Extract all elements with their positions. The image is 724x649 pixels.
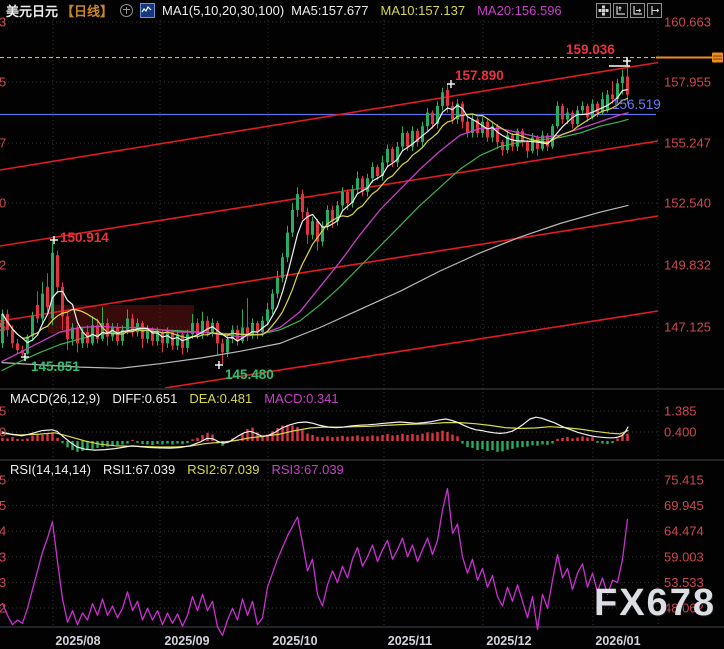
- ma-legend: MA5:157.677 MA10:157.137 MA20:156.596: [291, 3, 562, 18]
- y-axis-left-fragment: 0: [0, 425, 6, 440]
- trend-channel-line: [0, 63, 658, 171]
- axis-pan-right-icon[interactable]: [630, 3, 645, 18]
- x-axis-month-label: 2025/11: [388, 634, 433, 648]
- y-axis-label: 1.385: [664, 404, 697, 419]
- period-tag: 【日线】: [61, 1, 113, 20]
- y-axis-left-fragment: 4: [0, 524, 6, 539]
- y-axis-left-fragment: 5: [0, 498, 6, 513]
- y-axis-label: 69.945: [664, 498, 704, 513]
- extreme-marker: 145.851: [21, 353, 80, 374]
- y-axis-label: 147.125: [664, 320, 711, 335]
- y-axis-label: 157.955: [664, 75, 711, 90]
- axis-zoom-up-icon[interactable]: [613, 3, 628, 18]
- macd-panel: [1, 417, 628, 452]
- ma-params-label: MA1(5,10,20,30,100): [162, 3, 284, 18]
- rsi-panel: [3, 489, 628, 636]
- y-axis-left-fragment: 5: [0, 404, 6, 419]
- chart-app-window: 美元日元【日线】 MA1(5,10,20,30,100) MA5:157.677…: [0, 0, 724, 649]
- chart-toolbar: [596, 3, 662, 18]
- price-chart-canvas: 150.914 145.851 145.480 157.890 159.036 156.5…: [0, 0, 724, 649]
- indicator-value-label: RSI(14,14,14): [10, 462, 91, 477]
- x-axis-month-label: 2025/10: [272, 634, 317, 648]
- extreme-price-label: 145.480: [225, 367, 274, 382]
- y-axis-left-fragment: 5: [0, 473, 6, 488]
- add-indicator-icon[interactable]: [120, 4, 133, 17]
- extreme-price-label: 159.036: [566, 42, 615, 57]
- y-axis-left-fragment: 5: [0, 320, 6, 335]
- x-axis-month-label: 2025/08: [55, 634, 100, 648]
- extreme-price-label: 145.851: [31, 359, 80, 374]
- x-axis-month-label: 2025/09: [164, 634, 209, 648]
- indicator-value-label: MACD(26,12,9): [10, 391, 100, 406]
- rsi-line: [3, 489, 628, 636]
- x-axis-month-label: 2025/12: [486, 634, 531, 648]
- y-axis-left-fragment: 3: [0, 575, 6, 590]
- y-axis-left-fragment: 0: [0, 196, 6, 211]
- main-price-panel: [0, 58, 658, 388]
- y-axis-label: 155.247: [664, 136, 711, 151]
- extreme-marker: 159.036: [566, 42, 631, 66]
- blank-cover-box: [656, 112, 724, 138]
- indicator-value-label: RSI3:67.039: [272, 462, 344, 477]
- extreme-marker: 157.890: [447, 68, 504, 88]
- ma-legend-item: MA5:157.677: [291, 3, 368, 18]
- watermark: FX678: [594, 582, 716, 625]
- indicator-value-label: DEA:0.481: [189, 391, 252, 406]
- diff-line: [2, 417, 628, 450]
- indicator-value-label: RSI2:67.039: [187, 462, 259, 477]
- symbol-title: 美元日元: [6, 1, 58, 20]
- y-axis-label: 75.415: [664, 473, 704, 488]
- chart-glyph: [141, 5, 152, 16]
- indicator-value-label: MACD:0.341: [264, 391, 338, 406]
- candlestick-chart-icon[interactable]: [140, 3, 155, 18]
- y-axis-left-fragment: 5: [0, 75, 6, 90]
- indicator-value-label: RSI1:67.039: [103, 462, 175, 477]
- y-axis-label: 64.474: [664, 524, 704, 539]
- indicator-value-label: DIFF:0.651: [112, 391, 177, 406]
- y-axis-label: 59.003: [664, 549, 704, 564]
- blue-line-price-label: 156.519: [612, 97, 661, 112]
- ma-legend-item: MA10:157.137: [381, 3, 466, 18]
- y-axis-left-fragment: 2: [0, 601, 6, 616]
- exit-right-icon[interactable]: [647, 3, 662, 18]
- dea-line: [2, 423, 628, 447]
- price-tag-icon: [712, 53, 723, 63]
- y-axis-left-fragment: 2: [0, 258, 6, 273]
- x-axis-month-label: 2026/01: [595, 634, 640, 648]
- y-axis-label: 0.400: [664, 425, 697, 440]
- macd-panel-header: MACD(26,12,9) DIFF:0.651 DEA:0.481 MACD:0.3…: [10, 391, 351, 406]
- y-axis-label: 149.832: [664, 258, 711, 273]
- extreme-price-label: 150.914: [60, 230, 109, 245]
- ma5-line: [3, 90, 628, 343]
- chart-header: 美元日元【日线】 MA1(5,10,20,30,100) MA5:157.677…: [6, 2, 562, 18]
- y-axis-label: 160.663: [664, 15, 711, 30]
- y-axis-left-fragment: 3: [0, 549, 6, 564]
- extreme-marker: 150.914: [50, 230, 109, 245]
- move-icon[interactable]: [596, 3, 611, 18]
- rsi-panel-header: RSI(14,14,14) RSI1:67.039 RSI2:67.039 RSI3:…: [10, 462, 356, 477]
- extreme-price-label: 157.890: [455, 68, 504, 83]
- ma-legend-item: MA20:156.596: [477, 3, 562, 18]
- y-axis-left-fragment: 7: [0, 136, 6, 151]
- y-axis-label: 152.540: [664, 196, 711, 211]
